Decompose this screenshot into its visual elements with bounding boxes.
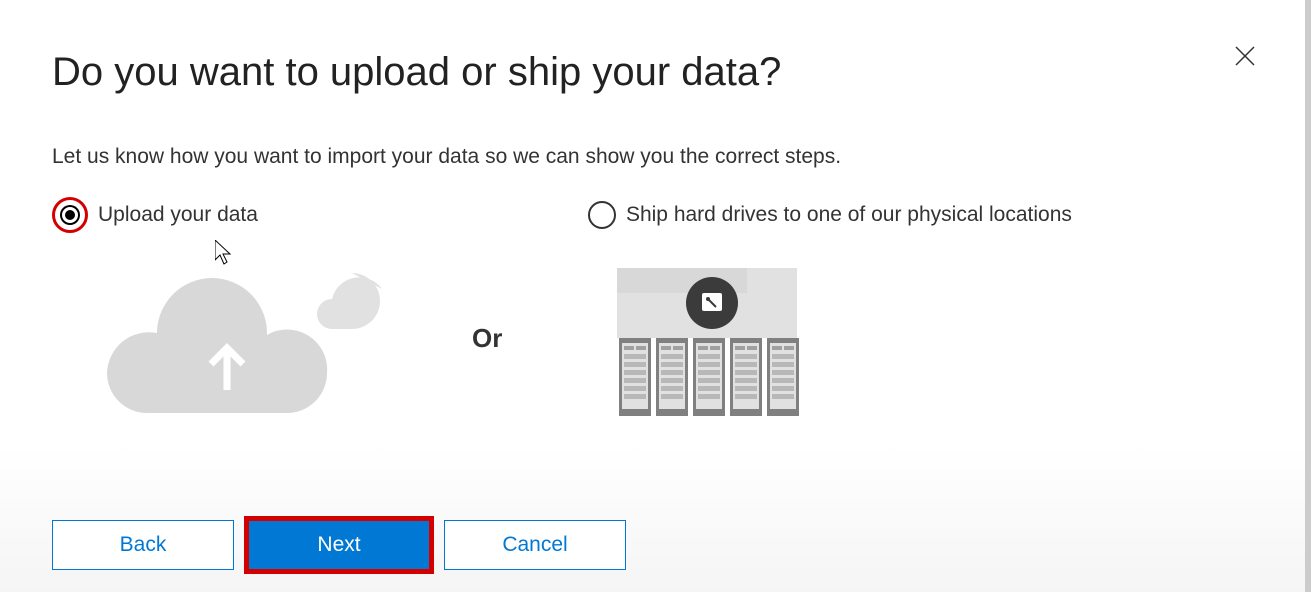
radio-selected-icon <box>52 197 88 233</box>
close-icon <box>1233 44 1257 68</box>
datacenter-icon <box>602 258 812 418</box>
ship-option[interactable]: Ship hard drives to one of our physical … <box>588 197 1072 233</box>
or-separator: Or <box>472 323 502 354</box>
cloud-upload-icon <box>102 258 402 418</box>
ship-option-label: Ship hard drives to one of our physical … <box>626 203 1072 227</box>
back-button[interactable]: Back <box>52 520 234 570</box>
page-subtitle: Let us know how you want to import your … <box>52 145 1259 169</box>
next-button[interactable]: Next <box>248 520 430 570</box>
close-button[interactable] <box>1229 40 1261 72</box>
upload-option-label: Upload your data <box>98 203 258 227</box>
radio-unselected-icon <box>588 201 616 229</box>
cancel-button[interactable]: Cancel <box>444 520 626 570</box>
page-title: Do you want to upload or ship your data? <box>52 50 1259 95</box>
upload-option[interactable]: Upload your data <box>52 197 258 233</box>
